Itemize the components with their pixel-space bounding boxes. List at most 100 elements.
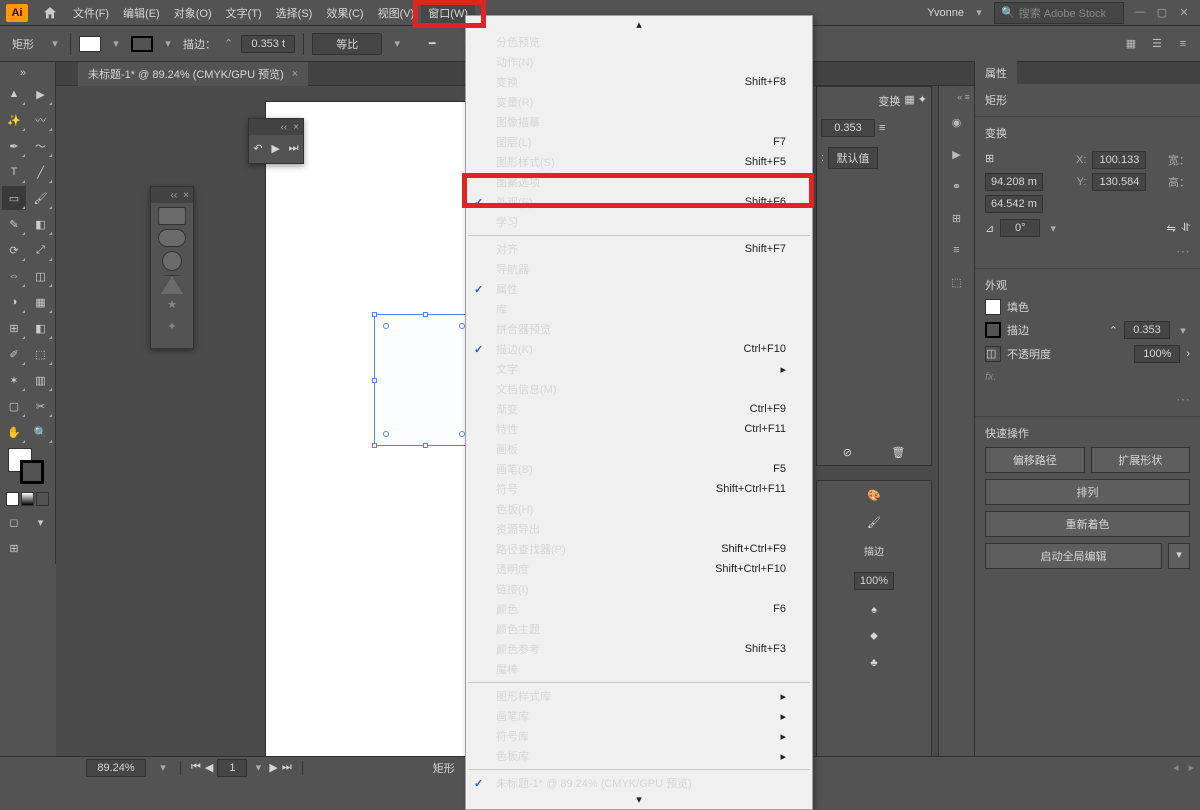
menu-edit[interactable]: 编辑(E)	[116, 1, 167, 25]
menu-file[interactable]: 文件(F)	[66, 1, 116, 25]
menu-item[interactable]: 色板库▸	[466, 746, 812, 766]
artboard-pager[interactable]: ⏮ ◀ 1 ▾ ▶ ⏭	[191, 759, 292, 777]
width-tool[interactable]: ⇔	[2, 264, 26, 288]
link-icon[interactable]: ⚭	[945, 174, 969, 198]
rectangle-tool[interactable]: ▭	[2, 186, 26, 210]
panel-menu-icon[interactable]: ≡	[1172, 33, 1194, 55]
h-input[interactable]: 64.542 m	[985, 195, 1043, 213]
screen-mode-toggle[interactable]: ▾	[29, 510, 53, 534]
diamond-icon[interactable]: ⬥	[870, 630, 878, 643]
menu-item[interactable]: 库	[466, 299, 812, 319]
home-icon[interactable]	[42, 5, 58, 21]
align-icon[interactable]: ≡	[945, 238, 969, 262]
flyout-round-rect[interactable]	[158, 229, 186, 247]
menu-item[interactable]: 导航器	[466, 259, 812, 279]
flip-h-icon[interactable]: ⇋	[1167, 222, 1176, 235]
zoom-level[interactable]: 89.24%	[86, 759, 146, 777]
menu-item[interactable]: 变换Shift+F8	[466, 72, 812, 92]
flip-v-icon[interactable]: ⥯	[1182, 222, 1190, 235]
color-wheel-icon[interactable]: ◉	[945, 110, 969, 134]
stroke-swatch[interactable]	[131, 36, 153, 52]
play-icon[interactable]: ▶	[271, 142, 279, 155]
menu-select[interactable]: 选择(S)	[269, 1, 320, 25]
opacity-input[interactable]: 100%	[1134, 345, 1180, 363]
menu-item[interactable]: 颜色主题	[466, 619, 812, 639]
shaper-tool[interactable]: ✎	[2, 212, 26, 236]
opacity-peek[interactable]: 100%	[854, 572, 894, 590]
stroke-swatch-sm[interactable]	[985, 322, 1001, 338]
menu-item[interactable]: 分色预览	[466, 32, 812, 52]
menu-view[interactable]: 视图(V)	[371, 1, 422, 25]
spade-icon[interactable]: ♠	[871, 604, 877, 616]
pen-tool[interactable]: ✒	[2, 134, 26, 158]
menu-item[interactable]: 颜色参考Shift+F3	[466, 639, 812, 659]
eyedropper-tool[interactable]: ✐	[2, 342, 26, 366]
curvature-tool[interactable]: 〜	[29, 134, 53, 158]
color-mode-solid[interactable]	[6, 492, 19, 506]
menu-item[interactable]: 符号库▸	[466, 726, 812, 746]
menu-item[interactable]: 画笔(B)F5	[466, 459, 812, 479]
graph-tool[interactable]: ▥	[29, 368, 53, 392]
line-tool[interactable]: ╱	[29, 160, 53, 184]
minimize-panel-icon[interactable]: ‹‹	[170, 190, 177, 201]
arrange-button[interactable]: 排列	[985, 479, 1190, 505]
angle-input[interactable]: 0°	[1000, 219, 1040, 237]
stroke-weight[interactable]: 0.353 t	[241, 35, 295, 53]
menu-item[interactable]: 图形样式(S)Shift+F5	[466, 152, 812, 172]
no-symbol-icon[interactable]: ⊘	[843, 446, 852, 459]
menu-item[interactable]: 对齐Shift+F7	[466, 239, 812, 259]
menu-item[interactable]: 拼合器预览	[466, 319, 812, 339]
skip-icon[interactable]: ⏭	[289, 142, 299, 155]
direct-selection-tool[interactable]: ▶	[29, 82, 53, 106]
menu-item[interactable]: 符号Shift+Ctrl+F11	[466, 479, 812, 499]
trash-icon[interactable]: 🗑	[891, 446, 905, 459]
menu-item[interactable]: 学习	[466, 212, 812, 232]
brush-icon[interactable]: 🖌	[867, 516, 881, 529]
menu-item[interactable]: ✓外观(E)Shift+F6	[466, 192, 812, 212]
eraser-tool[interactable]: ◧	[29, 212, 53, 236]
page-number[interactable]: 1	[217, 759, 247, 777]
y-input[interactable]: 130.584	[1092, 173, 1146, 191]
mesh-tool[interactable]: ⊞	[2, 316, 26, 340]
x-input[interactable]: 100.133	[1092, 151, 1146, 169]
artboard-tool[interactable]: ▢	[2, 394, 26, 418]
menu-object[interactable]: 对象(O)	[167, 1, 219, 25]
last-page-icon[interactable]: ⏭	[282, 761, 292, 774]
edit-toolbar[interactable]: ⊞	[2, 536, 26, 560]
menu-item[interactable]: ✓描边(K)Ctrl+F10	[466, 339, 812, 359]
shape-builder-tool[interactable]: ◑	[2, 290, 26, 314]
expand-panel-icon[interactable]: ⬚	[945, 270, 969, 294]
fx-label[interactable]: fx.	[985, 369, 1190, 385]
menu-item[interactable]: 颜色F6	[466, 599, 812, 619]
blend-tool[interactable]: ⬚	[29, 342, 53, 366]
menu-item[interactable]: 图层(L)F7	[466, 132, 812, 152]
paintbrush-tool[interactable]: 🖌	[29, 186, 53, 210]
menu-item[interactable]: 图像描摹	[466, 112, 812, 132]
more-appearance-icon[interactable]: ⋯	[985, 391, 1190, 408]
menu-item[interactable]: 图形样式库▸	[466, 686, 812, 706]
scroll-up-icon[interactable]: ▴	[466, 18, 812, 32]
type-tool[interactable]: T	[2, 160, 26, 184]
menu-item[interactable]: 渐变Ctrl+F9	[466, 399, 812, 419]
perspective-tool[interactable]: ▦	[29, 290, 53, 314]
flyout-star[interactable]: ★	[158, 298, 186, 316]
first-page-icon[interactable]: ⏮	[191, 761, 201, 774]
flyout-rect[interactable]	[158, 207, 186, 225]
undo-icon[interactable]: ↶	[253, 142, 262, 155]
menu-item[interactable]: 透明度Shift+Ctrl+F10	[466, 559, 812, 579]
color-mode-gradient[interactable]	[21, 492, 34, 506]
stroke-weight-input[interactable]: 0.353	[1124, 321, 1170, 339]
expand-shape-button[interactable]: 扩展形状	[1091, 447, 1191, 473]
close-panel-icon[interactable]: ×	[293, 122, 299, 133]
menu-item[interactable]: ✓未标题-1* @ 89.24% (CMYK/GPU 预览)	[466, 773, 812, 793]
menu-item[interactable]: 色板(H)	[466, 499, 812, 519]
menu-item[interactable]: ✓属性	[466, 279, 812, 299]
close-icon[interactable]: ✕	[1176, 6, 1192, 19]
zoom-tool[interactable]: 🔍	[29, 420, 53, 444]
prev-page-icon[interactable]: ◀	[205, 761, 213, 774]
flyout-ellipse[interactable]	[162, 251, 182, 271]
selected-rectangle[interactable]	[374, 314, 474, 446]
symbol-sprayer-tool[interactable]: ✶	[2, 368, 26, 392]
scroll-down-icon[interactable]: ▾	[466, 793, 812, 807]
magic-wand-tool[interactable]: ✨	[2, 108, 26, 132]
